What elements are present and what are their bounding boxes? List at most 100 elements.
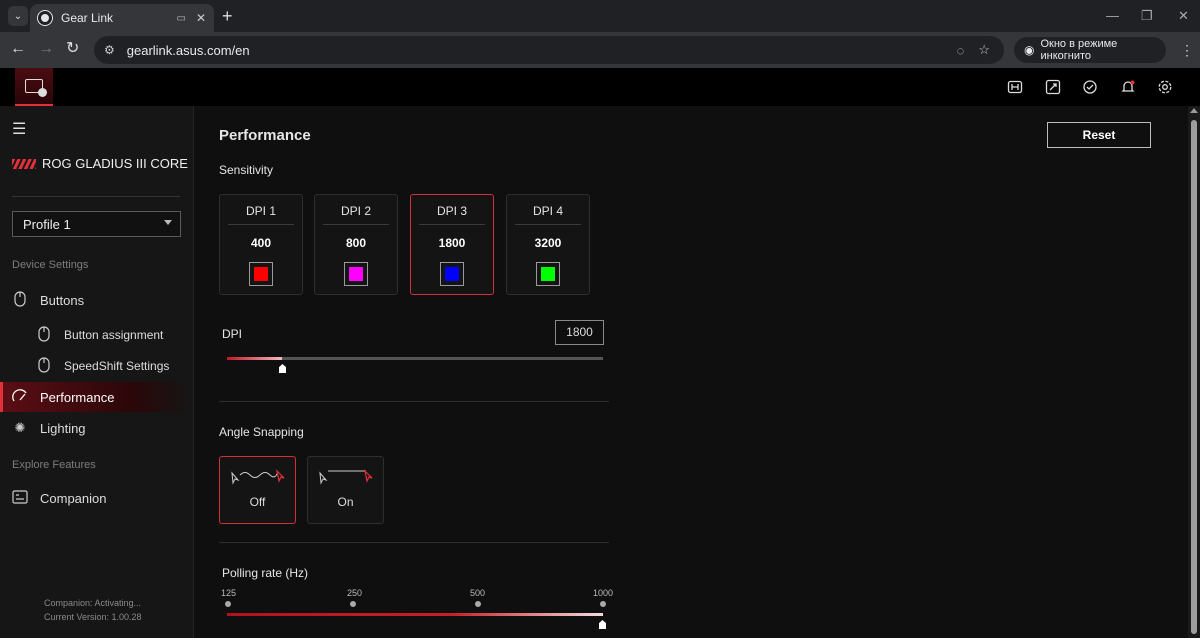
tab-search-button[interactable]: ⌄ xyxy=(8,6,28,26)
reload-icon[interactable]: ↻ xyxy=(66,40,79,58)
settings-gear-icon[interactable] xyxy=(1156,78,1174,96)
sidebar-item-label: SpeedShift Settings xyxy=(64,359,170,373)
gearlink-favicon-icon xyxy=(38,11,52,25)
performance-gauge-icon xyxy=(12,388,28,406)
app-top-bar xyxy=(0,68,1200,106)
sidebar: ☰ ROG GLADIUS III CORE Profile 1 Device … xyxy=(0,106,194,638)
dpi-stage-card[interactable]: DPI 1 400 xyxy=(219,194,303,295)
dpi-stage-card[interactable]: DPI 2 800 xyxy=(314,194,398,295)
device-tab[interactable] xyxy=(15,68,53,106)
sidebar-item-button-assignment[interactable]: Button assignment xyxy=(0,320,190,350)
page-scrollbar[interactable] xyxy=(1188,106,1200,638)
sidebar-item-label: Button assignment xyxy=(64,328,164,342)
main-panel: Performance Reset Sensitivity DPI 1 400 … xyxy=(195,106,1187,638)
sidebar-item-label: Lighting xyxy=(40,420,86,436)
angle-on-label: On xyxy=(337,495,354,509)
address-bar[interactable]: ⚙ gearlink.asus.com/en ◌ ☆ xyxy=(94,36,1004,64)
device-name: ROG GLADIUS III CORE xyxy=(12,156,188,171)
dpi-color-swatch[interactable] xyxy=(249,262,273,286)
sidebar-item-label: Companion xyxy=(40,490,107,506)
polling-option-dot[interactable] xyxy=(475,601,481,607)
lighting-sun-icon: ✺ xyxy=(14,420,26,435)
polling-slider-track[interactable] xyxy=(227,613,603,616)
tab-title: Gear Link xyxy=(61,11,114,25)
restore-icon[interactable]: ❐ xyxy=(1141,8,1153,24)
dpi-color-swatch[interactable] xyxy=(536,262,560,286)
sidebar-item-label: Buttons xyxy=(40,292,85,308)
reset-button[interactable]: Reset xyxy=(1047,122,1151,148)
device-name-label: ROG GLADIUS III CORE xyxy=(42,156,188,171)
dpi-color-swatch[interactable] xyxy=(440,262,464,286)
angle-off-label: Off xyxy=(249,495,266,509)
sync-icon[interactable] xyxy=(1081,78,1099,96)
dpi-stage-card[interactable]: DPI 4 3200 xyxy=(506,194,590,295)
companion-status: Companion: Activating... xyxy=(44,598,142,608)
window-close-icon[interactable]: ✕ xyxy=(1178,8,1189,24)
sidebar-item-lighting[interactable]: ✺ Lighting xyxy=(0,413,190,443)
dpi-stage-value: 1800 xyxy=(438,236,466,250)
dpi-label: DPI xyxy=(222,327,243,341)
page-title: Performance xyxy=(219,127,311,144)
dpi-slider-thumb[interactable] xyxy=(279,364,286,373)
tab-close-icon[interactable]: ✕ xyxy=(196,11,206,25)
mouse-icon xyxy=(12,290,28,310)
tab-media-icon: ▭ xyxy=(176,12,186,24)
sidebar-item-performance[interactable]: Performance xyxy=(0,382,190,412)
browser-tab-strip: ⌄ Gear Link ▭ ✕ + — ❐ ✕ xyxy=(0,0,1200,32)
divider xyxy=(219,401,609,402)
dpi-value-input[interactable]: 1800 xyxy=(555,320,604,345)
sensitivity-label: Sensitivity xyxy=(219,163,274,177)
incognito-label: Окно в режиме инкогнито xyxy=(1040,38,1118,62)
minimize-icon[interactable]: — xyxy=(1106,8,1119,23)
dpi-stage-name: DPI 3 xyxy=(419,204,485,225)
sidebar-item-buttons[interactable]: Buttons xyxy=(0,285,190,315)
polling-option-dot[interactable] xyxy=(600,601,606,607)
polling-option-dot[interactable] xyxy=(350,601,356,607)
version-label: Current Version: 1.00.28 xyxy=(44,612,142,622)
dpi-stage-value: 800 xyxy=(345,236,367,250)
polling-rate-label: Polling rate (Hz) xyxy=(222,566,309,580)
sidebar-item-companion[interactable]: Companion xyxy=(0,483,190,513)
dpi-color-swatch[interactable] xyxy=(344,262,368,286)
scroll-up-icon[interactable] xyxy=(1190,108,1198,113)
polling-tick-label: 125 xyxy=(221,588,237,598)
scrollbar-thumb[interactable] xyxy=(1191,120,1197,634)
incognito-icon: ◉ xyxy=(1024,43,1035,57)
section-device-settings: Device Settings xyxy=(12,259,89,271)
divider xyxy=(219,542,609,543)
hamburger-menu-icon[interactable]: ☰ xyxy=(12,119,26,139)
site-info-icon[interactable]: ⚙ xyxy=(104,43,115,57)
dpi-stage-name: DPI 4 xyxy=(515,204,581,225)
dpi-slider-track[interactable] xyxy=(227,357,603,360)
screen-expand-icon[interactable] xyxy=(1044,78,1062,96)
angle-snapping-off-card[interactable]: Off xyxy=(219,456,296,524)
browser-menu-icon[interactable]: ⋮ xyxy=(1180,42,1194,59)
rog-logo-icon xyxy=(12,158,36,169)
browser-toolbar: ← → ↻ ⚙ gearlink.asus.com/en ◌ ☆ ◉ Окно … xyxy=(0,32,1200,68)
eye-off-icon[interactable]: ◌ xyxy=(957,43,965,58)
angle-snapping-on-card[interactable]: On xyxy=(307,456,384,524)
dpi-stage-value: 400 xyxy=(250,236,272,250)
back-icon[interactable]: ← xyxy=(10,40,26,58)
url-text: gearlink.asus.com/en xyxy=(126,42,250,58)
polling-option-dot[interactable] xyxy=(225,601,231,607)
section-explore-features: Explore Features xyxy=(12,459,96,471)
chevron-down-icon xyxy=(164,220,172,225)
profile-select[interactable]: Profile 1 xyxy=(12,211,181,237)
sidebar-item-speedshift[interactable]: SpeedShift Settings xyxy=(0,351,190,381)
keyboard-shortcut-icon[interactable] xyxy=(1006,78,1024,96)
dpi-stage-card-selected[interactable]: DPI 3 1800 xyxy=(410,194,494,295)
dpi-slider-fill xyxy=(227,357,282,360)
new-tab-button[interactable]: + xyxy=(222,6,233,26)
forward-icon[interactable]: → xyxy=(38,40,54,58)
angle-snapping-label: Angle Snapping xyxy=(219,425,304,439)
polling-slider-thumb[interactable] xyxy=(599,620,606,629)
notification-bell-icon[interactable] xyxy=(1119,78,1137,96)
bookmark-star-icon[interactable]: ☆ xyxy=(978,42,990,58)
mouse-device-icon xyxy=(25,79,47,97)
dpi-stage-name: DPI 1 xyxy=(228,204,294,225)
divider xyxy=(12,196,180,197)
wavy-line-icon xyxy=(231,469,285,485)
incognito-badge[interactable]: ◉ Окно в режиме инкогнито xyxy=(1014,37,1166,63)
browser-tab[interactable]: Gear Link ▭ ✕ xyxy=(30,4,214,32)
